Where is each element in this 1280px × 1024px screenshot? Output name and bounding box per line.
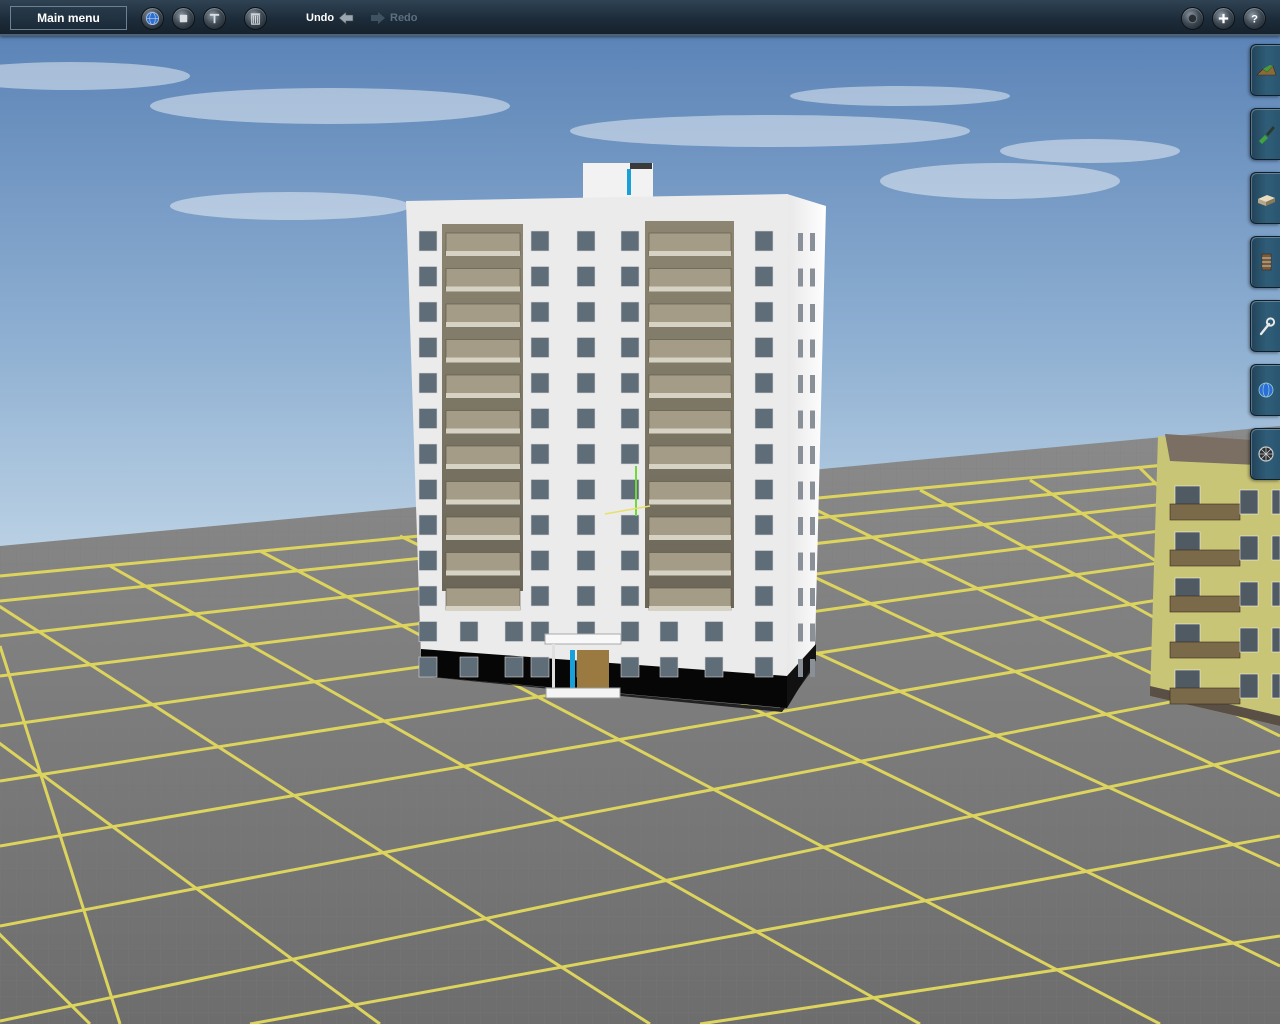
track-icon	[1261, 253, 1271, 271]
tab-topology[interactable]	[1250, 364, 1280, 416]
tab-track[interactable]	[1250, 236, 1280, 288]
redo-arrow-icon	[371, 12, 385, 24]
apartment-building	[406, 163, 826, 712]
main-menu-button[interactable]: Main menu	[10, 6, 127, 30]
building-icon	[1257, 195, 1275, 206]
add-button[interactable]	[1212, 7, 1235, 30]
terrain-icon	[1255, 65, 1276, 76]
wrench-icon	[1259, 317, 1275, 336]
globe-button[interactable]	[141, 7, 164, 30]
redo-label: Redo	[390, 12, 418, 24]
tool-icon	[209, 13, 220, 24]
camera-icon	[1187, 13, 1198, 24]
globe-icon	[1258, 382, 1273, 398]
tab-paint[interactable]	[1250, 108, 1280, 160]
trash-button[interactable]	[244, 7, 267, 30]
plus-icon	[1218, 13, 1229, 24]
scene	[0, 36, 1280, 1024]
tab-settings[interactable]	[1250, 428, 1280, 480]
help-button[interactable]: ?	[1243, 7, 1266, 30]
tab-tools[interactable]	[1250, 300, 1280, 352]
stop-icon	[179, 14, 188, 23]
redo-button: Redo	[370, 10, 418, 26]
tab-objects[interactable]	[1250, 172, 1280, 224]
svg-text:?: ?	[1251, 14, 1258, 26]
paint-icon	[1258, 126, 1275, 144]
top-toolbar: Main menu Undo Redo ?	[0, 0, 1280, 36]
trash-icon	[250, 13, 261, 25]
undo-button[interactable]: Undo	[306, 10, 354, 26]
help-icon: ?	[1251, 14, 1258, 26]
globe-icon	[146, 12, 159, 25]
tab-terrain[interactable]	[1250, 44, 1280, 96]
stop-button[interactable]	[172, 7, 195, 30]
undo-arrow-icon	[338, 11, 354, 25]
3d-viewport[interactable]	[0, 36, 1280, 1024]
tools-button[interactable]	[203, 7, 226, 30]
camera-button[interactable]	[1181, 7, 1204, 30]
dial-icon	[1257, 446, 1274, 462]
undo-label: Undo	[306, 12, 335, 24]
